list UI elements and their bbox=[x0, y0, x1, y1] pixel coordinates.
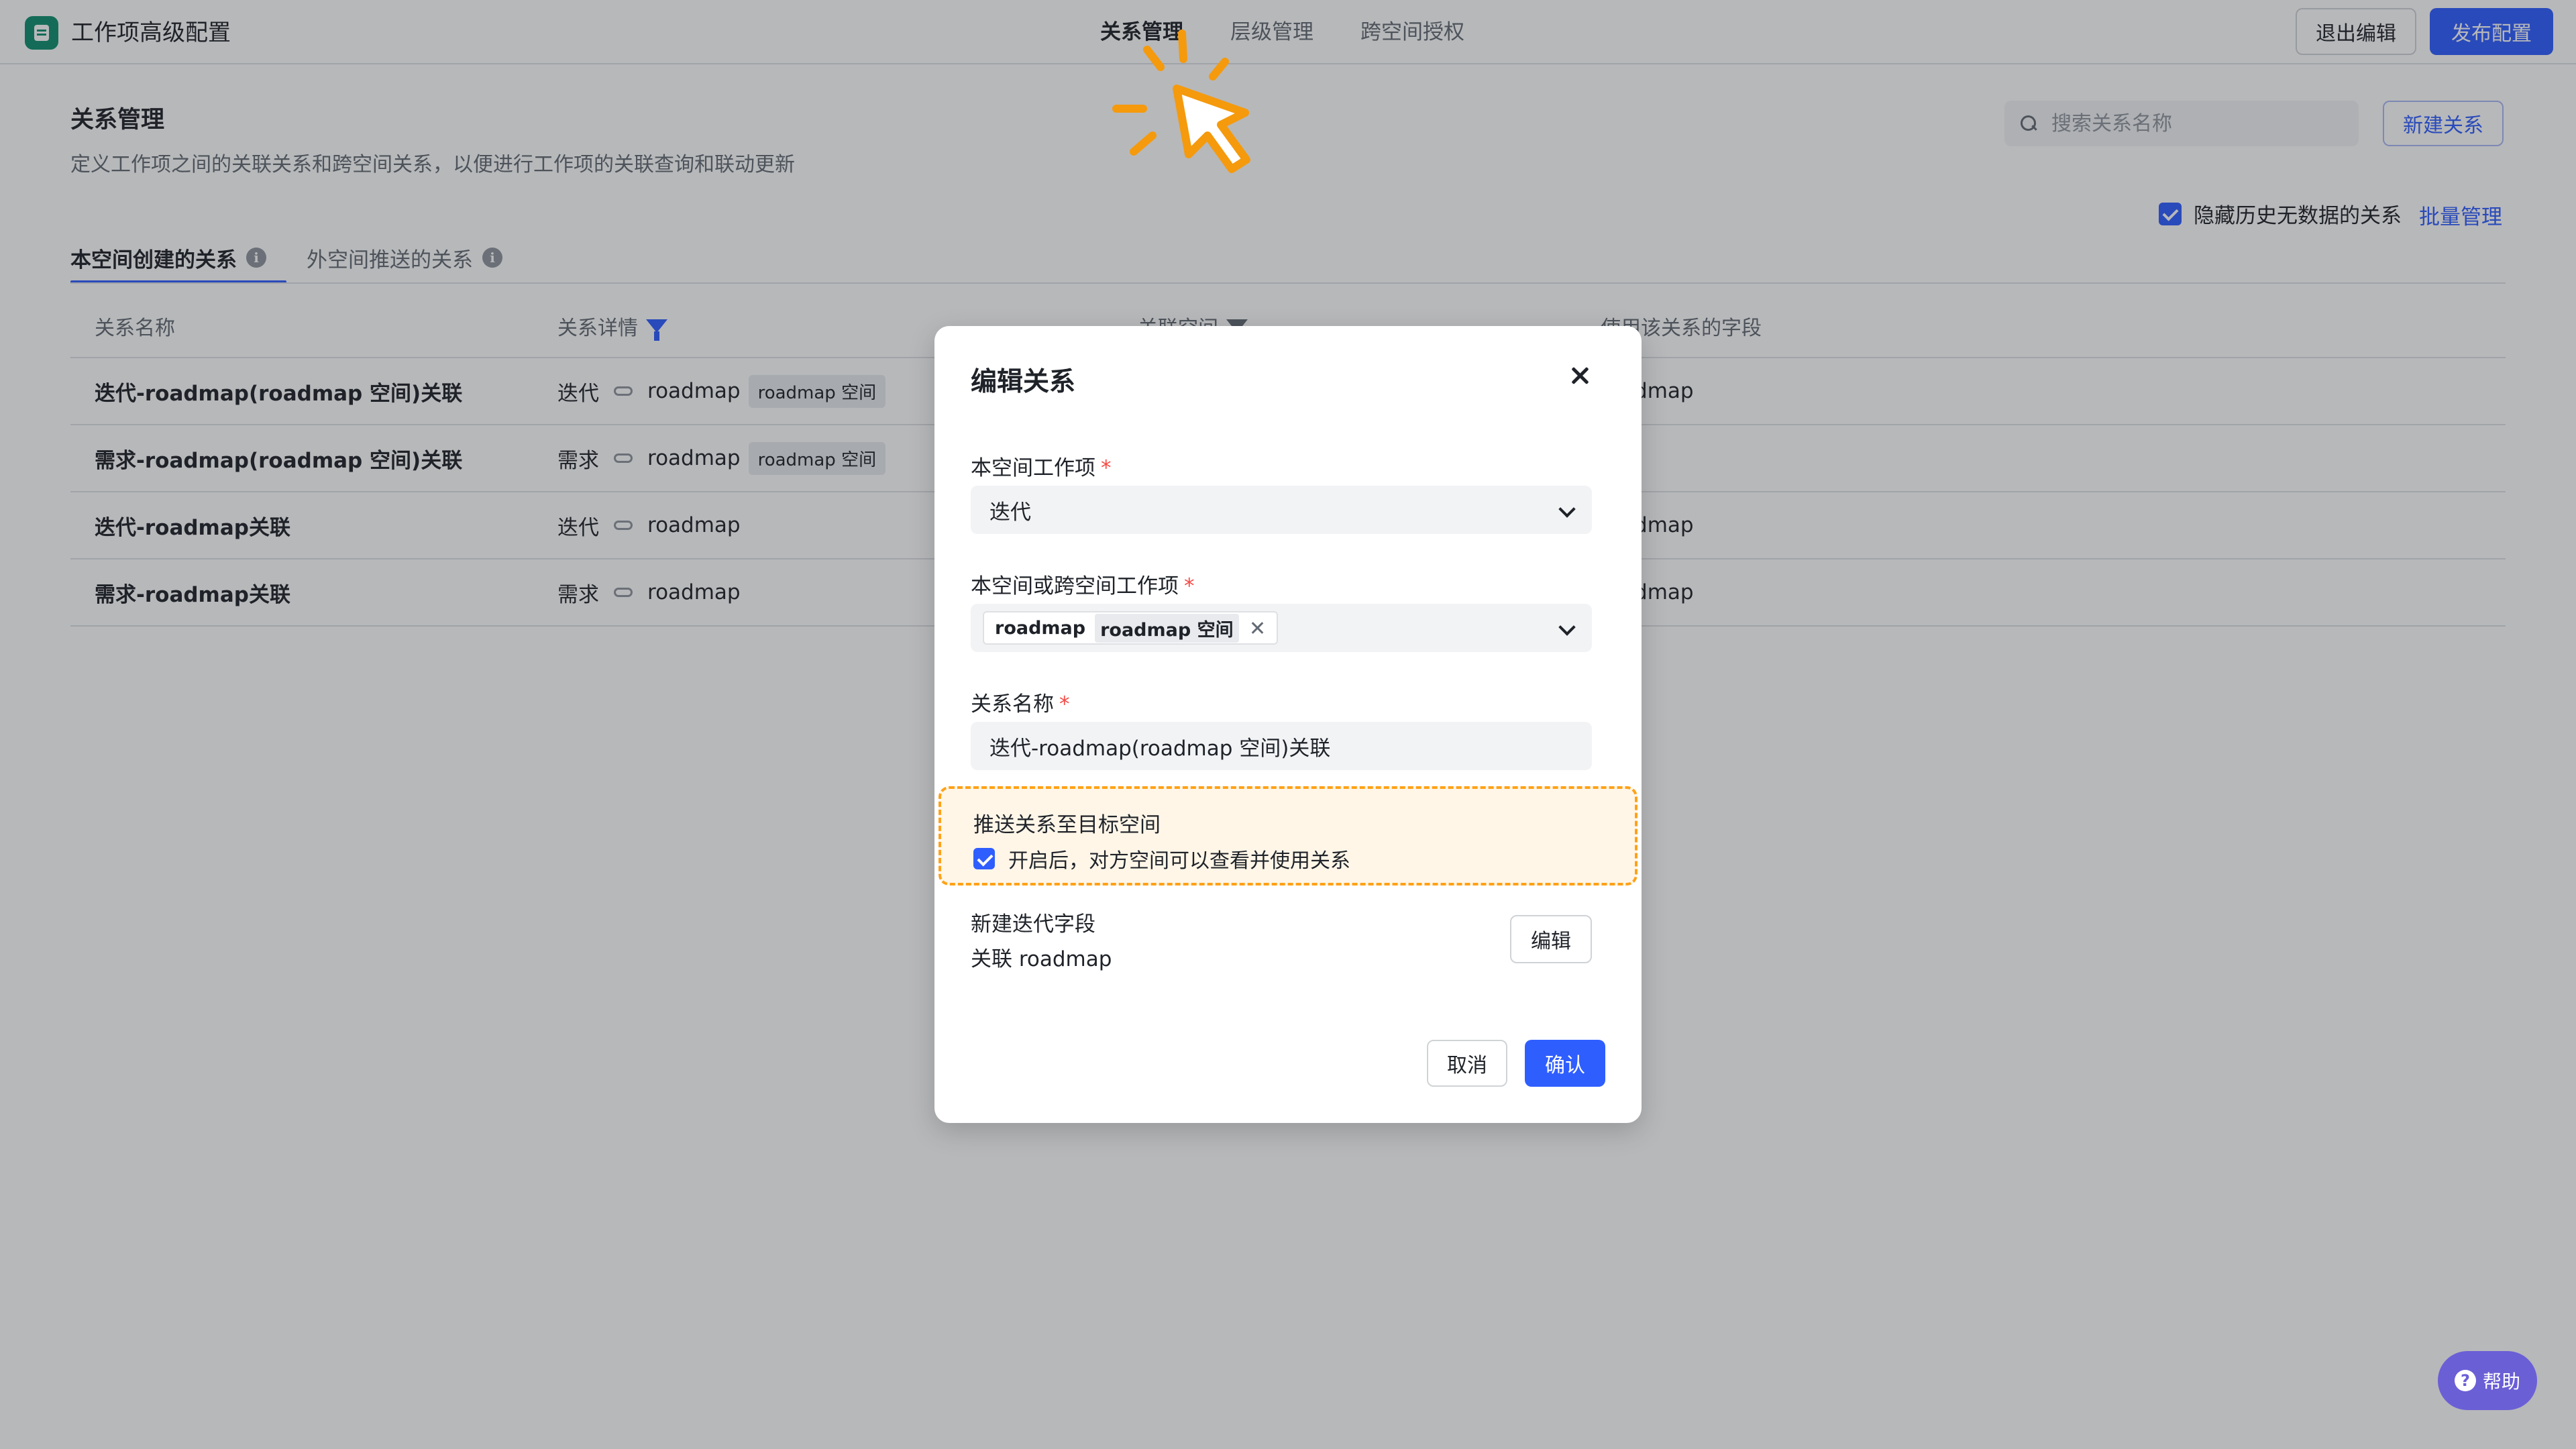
required-mark: * bbox=[1101, 456, 1112, 480]
help-icon: ? bbox=[2454, 1370, 2476, 1391]
page: 工作项高级配置 关系管理 层级管理 跨空间授权 退出编辑 发布配置 关系管理 定… bbox=[0, 0, 2576, 1449]
field-target-item-label: 本空间或跨空间工作项 * bbox=[971, 569, 1195, 599]
click-cursor-icon bbox=[1112, 30, 1250, 173]
edit-field-button[interactable]: 编辑 bbox=[1510, 915, 1592, 963]
push-to-target-highlight: 推送关系至目标空间 开启后，对方空间可以查看并使用关系 bbox=[938, 786, 1638, 885]
field-relation-name-label: 关系名称 * bbox=[971, 687, 1070, 717]
push-description: 开启后，对方空间可以查看并使用关系 bbox=[1008, 849, 1350, 873]
local-item-value: 迭代 bbox=[989, 500, 1031, 525]
field-relation-name-text: 关系名称 bbox=[971, 692, 1054, 716]
cancel-button[interactable]: 取消 bbox=[1427, 1040, 1507, 1087]
remove-chip-icon[interactable] bbox=[1250, 620, 1266, 636]
field-local-item-text: 本空间工作项 bbox=[971, 456, 1095, 480]
new-field-subtitle: 关联 roadmap bbox=[971, 947, 1112, 971]
chevron-down-icon bbox=[1558, 619, 1576, 636]
push-title: 推送关系至目标空间 bbox=[973, 813, 1161, 837]
push-checkbox[interactable] bbox=[973, 848, 995, 869]
field-target-item-text: 本空间或跨空间工作项 bbox=[971, 574, 1179, 598]
new-field-title: 新建迭代字段 bbox=[971, 912, 1095, 936]
required-mark: * bbox=[1059, 692, 1070, 716]
selected-item-chip: roadmap roadmap 空间 bbox=[983, 611, 1278, 645]
local-item-select[interactable]: 迭代 bbox=[971, 486, 1592, 534]
relation-name-value: 迭代-roadmap(roadmap 空间)关联 bbox=[989, 736, 1331, 761]
help-label: 帮助 bbox=[2482, 1371, 2520, 1393]
field-local-item-label: 本空间工作项 * bbox=[971, 451, 1112, 481]
chevron-down-icon bbox=[1558, 500, 1576, 518]
help-button[interactable]: ? 帮助 bbox=[2438, 1351, 2537, 1410]
close-icon[interactable] bbox=[1565, 361, 1595, 390]
edit-relation-dialog: 编辑关系 本空间工作项 * 迭代 本空间或跨空间工作项 * roadmap road… bbox=[934, 326, 1642, 1123]
confirm-button[interactable]: 确认 bbox=[1525, 1040, 1605, 1087]
chip-label: roadmap bbox=[995, 617, 1086, 639]
target-item-select[interactable]: roadmap roadmap 空间 bbox=[971, 604, 1592, 652]
relation-name-input[interactable]: 迭代-roadmap(roadmap 空间)关联 bbox=[971, 722, 1592, 770]
push-toggle[interactable]: 开启后，对方空间可以查看并使用关系 bbox=[973, 844, 1350, 873]
dialog-title: 编辑关系 bbox=[971, 367, 1076, 397]
required-mark: * bbox=[1184, 574, 1195, 598]
chip-space-tag: roadmap 空间 bbox=[1095, 613, 1239, 643]
